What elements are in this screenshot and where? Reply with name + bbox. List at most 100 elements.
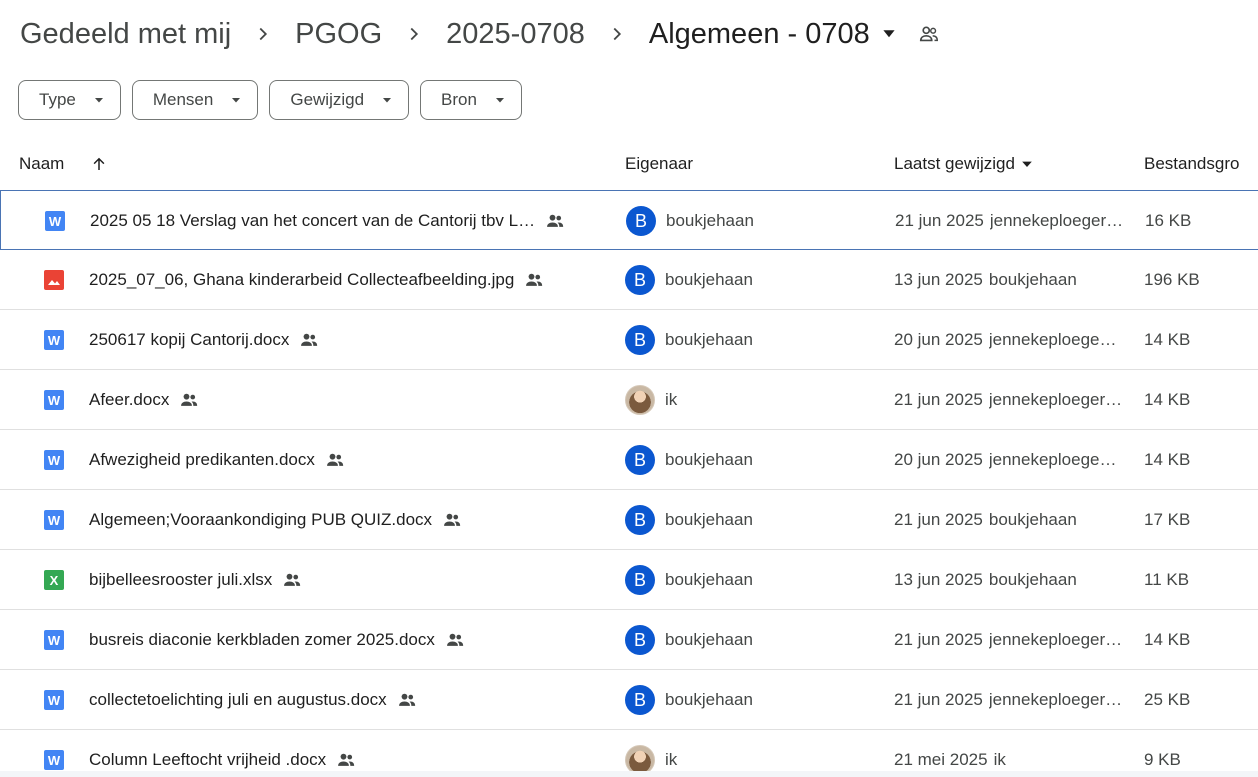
people-icon xyxy=(179,390,199,410)
filter-bar: Type Mensen Gewijzigd Bron xyxy=(18,80,522,120)
caret-down-icon xyxy=(94,95,104,105)
file-name: Algemeen;Vooraankondiging PUB QUIZ.docx xyxy=(89,510,433,529)
file-name: Column Leeftocht vrijheid .docx xyxy=(89,750,327,769)
modified-by: jennekeploeger… xyxy=(988,390,1123,409)
filter-source-chip[interactable]: Bron xyxy=(420,80,522,120)
modified-date: 21 jun 2025 xyxy=(895,211,984,230)
file-row[interactable]: W 250617 kopij Cantorij.docx B boukjehaa… xyxy=(0,310,1258,370)
file-name: 2025 05 18 Verslag van het concert van d… xyxy=(90,211,536,230)
owner-cell: ik xyxy=(625,730,677,777)
avatar: B xyxy=(625,565,655,595)
modified-by: ik xyxy=(993,750,1006,769)
breadcrumb-shared-with-me[interactable]: Gedeeld met mij xyxy=(18,18,233,51)
modified-date: 21 jun 2025 xyxy=(894,390,983,409)
modified-date: 21 jun 2025 xyxy=(894,510,983,529)
column-header-modified[interactable]: Laatst gewijzigd xyxy=(894,140,1033,188)
file-row[interactable]: 2025_07_06, Ghana kinderarbeid Collectea… xyxy=(0,250,1258,310)
modified-cell: 21 jun 2025 boukjehaan xyxy=(894,490,1134,550)
column-header-owner[interactable]: Eigenaar xyxy=(625,140,693,188)
modified-cell: 13 jun 2025 boukjehaan xyxy=(894,250,1134,310)
docs-file-icon: W xyxy=(44,330,64,350)
modified-by: boukjehaan xyxy=(988,570,1077,589)
avatar: B xyxy=(625,445,655,475)
file-row[interactable]: W busreis diaconie kerkbladen zomer 2025… xyxy=(0,610,1258,670)
bottom-edge xyxy=(0,771,1258,777)
file-row[interactable]: W Afwezigheid predikanten.docx B boukjeh… xyxy=(0,430,1258,490)
modified-cell: 20 jun 2025 jennekeploege… xyxy=(894,310,1134,370)
name-cell: W 250617 kopij Cantorij.docx xyxy=(44,310,319,370)
current-folder-menu[interactable]: Algemeen - 0708 xyxy=(647,18,896,51)
modified-date: 13 jun 2025 xyxy=(894,570,983,589)
owner-cell: B boukjehaan xyxy=(625,490,753,550)
column-header-name[interactable]: Naam xyxy=(19,140,108,188)
owner-cell: B boukjehaan xyxy=(625,610,753,670)
name-cell: W Afeer.docx xyxy=(44,370,199,430)
column-header-size[interactable]: Bestandsgro xyxy=(1144,140,1258,188)
owner-name: ik xyxy=(665,390,678,409)
owner-cell: B boukjehaan xyxy=(625,550,753,610)
file-table-header: Naam Eigenaar Laatst gewijzigd Bestandsg… xyxy=(0,140,1258,188)
modified-by: jennekeploege… xyxy=(988,450,1117,469)
name-cell: W busreis diaconie kerkbladen zomer 2025… xyxy=(44,610,465,670)
file-row[interactable]: W Column Leeftocht vrijheid .docx ik 21 … xyxy=(0,730,1258,777)
file-name: busreis diaconie kerkbladen zomer 2025.d… xyxy=(89,630,435,649)
shared-folder-people-icon[interactable] xyxy=(918,23,940,45)
file-row[interactable]: W Algemeen;Vooraankondiging PUB QUIZ.doc… xyxy=(0,490,1258,550)
docs-file-icon: W xyxy=(44,390,64,410)
arrow-up-icon[interactable] xyxy=(90,155,108,173)
file-size: 16 KB xyxy=(1145,211,1192,230)
owner-cell: ik xyxy=(625,370,677,430)
avatar: B xyxy=(626,206,656,236)
file-row[interactable]: W 2025 05 18 Verslag van het concert van… xyxy=(0,190,1258,250)
name-cell: W Column Leeftocht vrijheid .docx xyxy=(44,730,356,777)
people-icon xyxy=(282,570,302,590)
caret-down-icon xyxy=(495,95,505,105)
modified-cell: 13 jun 2025 boukjehaan xyxy=(894,550,1134,610)
file-row[interactable]: W collectetoelichting juli en augustus.d… xyxy=(0,670,1258,730)
modified-date: 21 mei 2025 xyxy=(894,750,988,769)
owner-name: boukjehaan xyxy=(665,510,753,529)
docs-file-icon: W xyxy=(44,750,64,770)
filter-people-chip[interactable]: Mensen xyxy=(131,80,259,120)
filter-type-chip[interactable]: Type xyxy=(18,80,121,120)
chip-label: Bron xyxy=(441,90,477,109)
owner-name: boukjehaan xyxy=(665,330,753,349)
modified-by: jennekeploeger… xyxy=(988,690,1123,709)
avatar: B xyxy=(625,325,655,355)
file-size: 14 KB xyxy=(1144,630,1191,649)
avatar: B xyxy=(625,265,655,295)
chevron-right-icon xyxy=(233,14,293,54)
modified-date: 21 jun 2025 xyxy=(894,690,983,709)
current-folder-title: Algemeen - 0708 xyxy=(648,17,870,50)
people-icon xyxy=(524,270,544,290)
chevron-right-icon xyxy=(587,14,647,54)
file-name: Afeer.docx xyxy=(89,390,170,409)
image-file-icon xyxy=(44,270,64,290)
modified-cell: 21 jun 2025 jennekeploeger… xyxy=(894,610,1134,670)
name-cell: W 2025 05 18 Verslag van het concert van… xyxy=(45,191,565,251)
file-row[interactable]: X bijbelleesrooster juli.xlsx B boukjeha… xyxy=(0,550,1258,610)
name-cell: W Afwezigheid predikanten.docx xyxy=(44,430,345,490)
breadcrumb-2025-0708[interactable]: 2025-0708 xyxy=(444,18,587,51)
file-name: 2025_07_06, Ghana kinderarbeid Collectea… xyxy=(89,270,515,289)
owner-name: boukjehaan xyxy=(665,570,753,589)
owner-name: boukjehaan xyxy=(665,270,753,289)
name-cell: 2025_07_06, Ghana kinderarbeid Collectea… xyxy=(44,250,544,310)
modified-date: 21 jun 2025 xyxy=(894,630,983,649)
file-name: bijbelleesrooster juli.xlsx xyxy=(89,570,273,589)
filter-modified-chip[interactable]: Gewijzigd xyxy=(269,80,410,120)
breadcrumb-pgog[interactable]: PGOG xyxy=(293,18,384,51)
owner-name: ik xyxy=(665,750,678,769)
file-row[interactable]: W Afeer.docx ik 21 jun 2025 jennekeploeg… xyxy=(0,370,1258,430)
modified-date: 13 jun 2025 xyxy=(894,270,983,289)
owner-name: boukjehaan xyxy=(665,630,753,649)
file-size: 14 KB xyxy=(1144,390,1191,409)
modified-by: boukjehaan xyxy=(988,510,1077,529)
people-icon xyxy=(325,450,345,470)
people-icon xyxy=(336,750,356,770)
file-size: 9 KB xyxy=(1144,750,1181,769)
docs-file-icon: W xyxy=(45,211,65,231)
modified-by: jennekeploeger… xyxy=(989,211,1124,230)
owner-cell: B boukjehaan xyxy=(625,310,753,370)
file-name: Afwezigheid predikanten.docx xyxy=(89,450,315,469)
